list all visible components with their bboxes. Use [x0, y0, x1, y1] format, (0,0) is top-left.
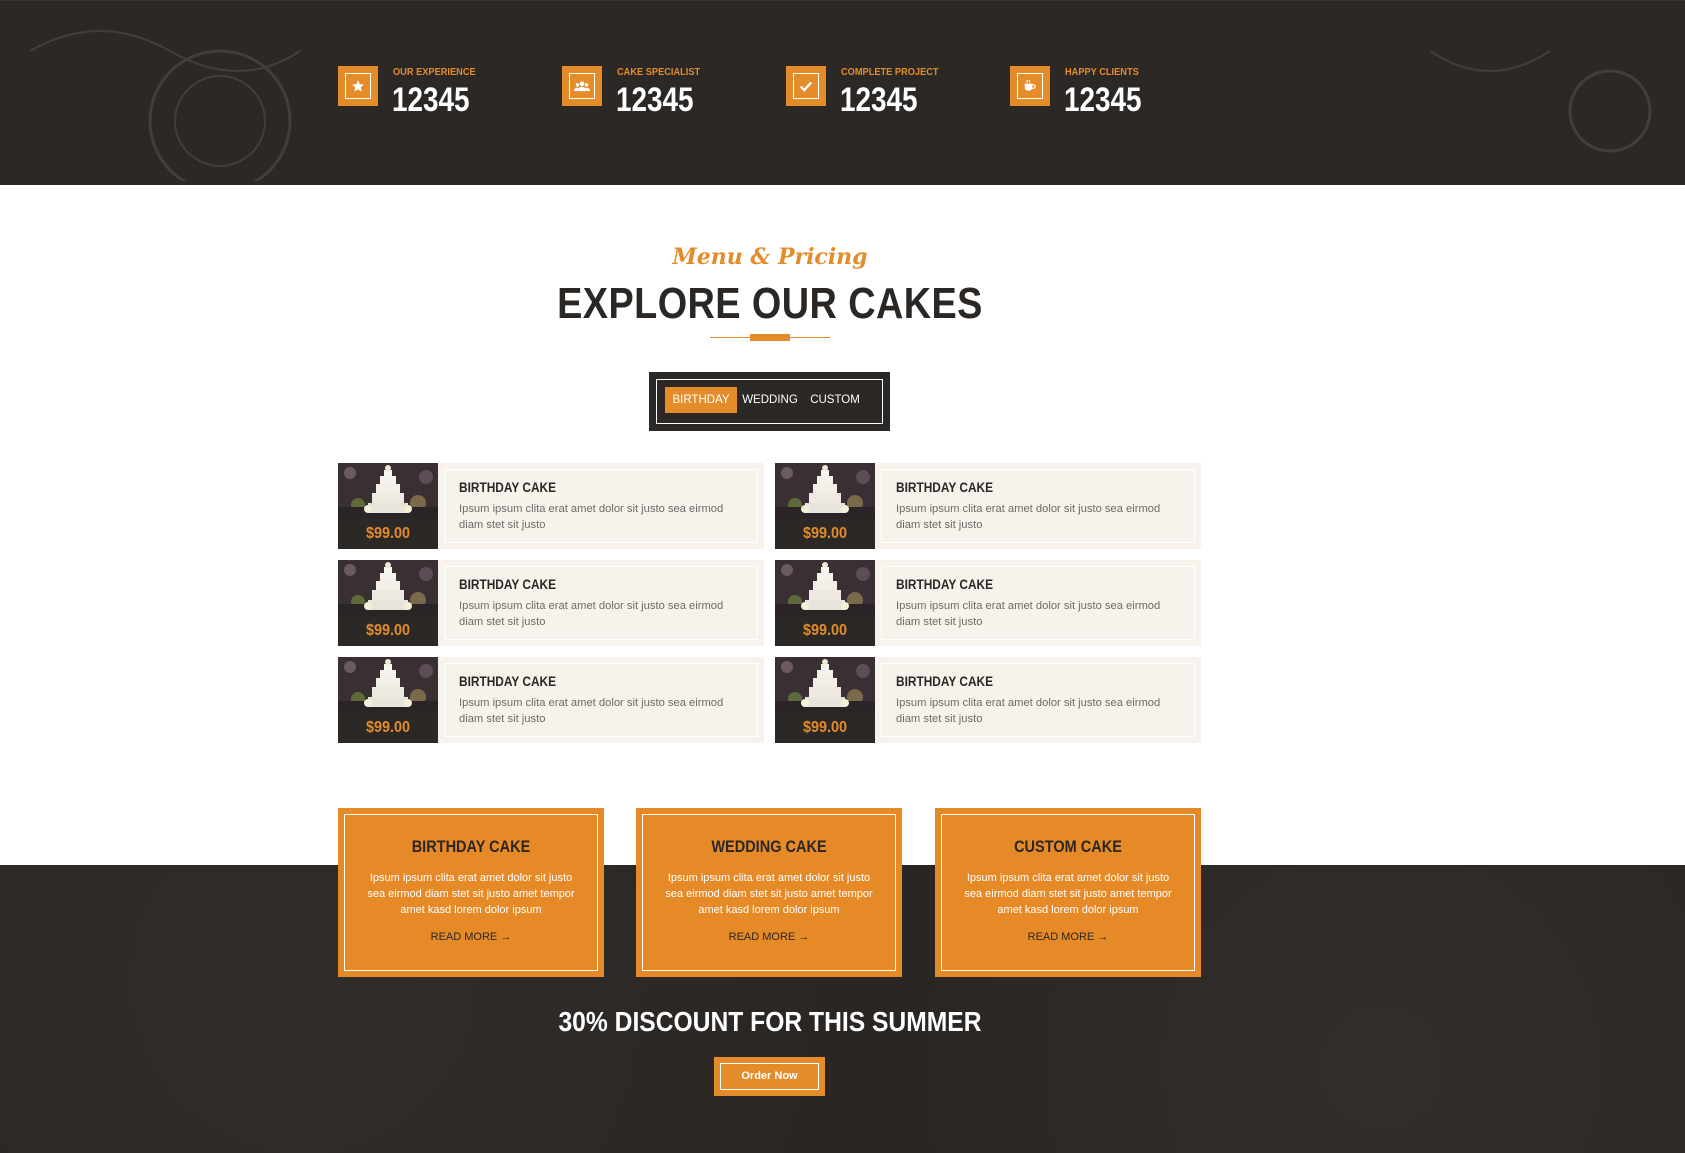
stat-label: COMPLETE PROJECT — [841, 66, 939, 78]
stat-value: 12345 — [840, 81, 918, 119]
menu-item-price: $99.00 — [365, 622, 411, 639]
menu-item-name: BIRTHDAY CAKE — [459, 480, 557, 495]
menu-item-thumbnail: $99.00 — [775, 463, 875, 549]
title-divider-accent — [750, 334, 790, 341]
menu-item-price: $99.00 — [365, 719, 411, 736]
menu-item-thumbnail: $99.00 — [338, 560, 438, 646]
menu-item-price: $99.00 — [802, 622, 848, 639]
stat-icon-box — [1010, 66, 1050, 106]
card-title: BIRTHDAY CAKE — [411, 838, 531, 856]
read-more-link[interactable]: READ MORE → — [636, 931, 902, 943]
check-icon — [799, 81, 813, 92]
menu-item-name: BIRTHDAY CAKE — [896, 480, 994, 495]
category-card-custom[interactable]: CUSTOM CAKE Ipsum ipsum clita erat amet … — [935, 808, 1201, 977]
star-icon — [352, 80, 364, 92]
stats-bar: OUR EXPERIENCE 12345 CAKE SPECIALIST 123… — [0, 0, 1685, 185]
section-subtitle: Menu & Pricing — [672, 244, 868, 270]
stat-icon-box — [562, 66, 602, 106]
order-now-label: Order Now — [741, 1070, 798, 1082]
tab-custom[interactable]: CUSTOM — [805, 387, 865, 413]
cake-photo — [775, 560, 875, 616]
stat-value: 12345 — [616, 81, 694, 119]
menu-item-name: BIRTHDAY CAKE — [896, 577, 994, 592]
category-card-wedding[interactable]: WEDDING CAKE Ipsum ipsum clita erat amet… — [636, 808, 902, 977]
stat-icon-box — [786, 66, 826, 106]
cake-category-tabs: BIRTHDAY WEDDING CUSTOM — [649, 372, 890, 431]
menu-item-price: $99.00 — [802, 719, 848, 736]
menu-item[interactable]: $99.00 BIRTHDAY CAKE Ipsum ipsum clita era… — [775, 463, 1201, 549]
tab-wedding[interactable]: WEDDING — [738, 387, 802, 413]
menu-item-body: BIRTHDAY CAKE Ipsum ipsum clita erat amet… — [444, 566, 758, 640]
tab-birthday[interactable]: BIRTHDAY — [665, 387, 737, 413]
users-icon — [574, 81, 590, 92]
menu-item[interactable]: $99.00 BIRTHDAY CAKE Ipsum ipsum clita era… — [338, 560, 764, 646]
background-ornament — [1430, 50, 1652, 153]
stat-label: CAKE SPECIALIST — [617, 66, 701, 78]
menu-item[interactable]: $99.00 BIRTHDAY CAKE Ipsum ipsum clita era… — [775, 560, 1201, 646]
menu-item[interactable]: $99.00 BIRTHDAY CAKE Ipsum ipsum clita era… — [338, 657, 764, 743]
cake-photo — [775, 463, 875, 519]
card-description: Ipsum ipsum clita erat amet dolor sit ju… — [367, 872, 575, 916]
menu-item-description: Ipsum ipsum clita erat amet dolor sit ju… — [896, 600, 1161, 628]
cake-photo — [338, 560, 438, 616]
stat-value: 12345 — [392, 81, 470, 119]
promo-headline: 30% DISCOUNT FOR THIS SUMMER — [558, 1006, 982, 1037]
menu-item-thumbnail: $99.00 — [775, 657, 875, 743]
category-card-birthday[interactable]: BIRTHDAY CAKE Ipsum ipsum clita erat ame… — [338, 808, 604, 977]
menu-item-body: BIRTHDAY CAKE Ipsum ipsum clita erat amet… — [444, 469, 758, 543]
card-title: WEDDING CAKE — [711, 838, 827, 856]
menu-item-thumbnail: $99.00 — [338, 463, 438, 549]
menu-item-thumbnail: $99.00 — [775, 560, 875, 646]
menu-item-description: Ipsum ipsum clita erat amet dolor sit ju… — [459, 503, 724, 531]
stat-label: OUR EXPERIENCE — [393, 66, 476, 78]
cake-photo — [338, 657, 438, 713]
menu-item-description: Ipsum ipsum clita erat amet dolor sit ju… — [896, 503, 1161, 531]
menu-item-name: BIRTHDAY CAKE — [896, 674, 994, 689]
menu-item-body: BIRTHDAY CAKE Ipsum ipsum clita erat amet… — [881, 663, 1195, 737]
menu-item-body: BIRTHDAY CAKE Ipsum ipsum clita erat amet… — [881, 566, 1195, 640]
menu-item-thumbnail: $99.00 — [338, 657, 438, 743]
menu-item-price: $99.00 — [802, 525, 848, 542]
read-more-link[interactable]: READ MORE → — [338, 931, 604, 943]
menu-item-description: Ipsum ipsum clita erat amet dolor sit ju… — [459, 697, 724, 725]
menu-item-price: $99.00 — [365, 525, 411, 542]
card-description: Ipsum ipsum clita erat amet dolor sit ju… — [964, 872, 1172, 916]
order-now-button[interactable]: Order Now — [714, 1057, 825, 1096]
menu-item-body: BIRTHDAY CAKE Ipsum ipsum clita erat amet… — [881, 469, 1195, 543]
cake-photo — [338, 463, 438, 519]
cake-photo — [775, 657, 875, 713]
menu-item-name: BIRTHDAY CAKE — [459, 577, 557, 592]
menu-item-body: BIRTHDAY CAKE Ipsum ipsum clita erat amet… — [444, 663, 758, 737]
card-description: Ipsum ipsum clita erat amet dolor sit ju… — [665, 872, 873, 916]
stat-icon-box — [338, 66, 378, 106]
coffee-icon — [1024, 80, 1036, 91]
menu-item[interactable]: $99.00 BIRTHDAY CAKE Ipsum ipsum clita era… — [775, 657, 1201, 743]
menu-item-name: BIRTHDAY CAKE — [459, 674, 557, 689]
menu-item-description: Ipsum ipsum clita erat amet dolor sit ju… — [459, 600, 724, 628]
section-title: EXPLORE OUR CAKES — [557, 279, 983, 328]
read-more-link[interactable]: READ MORE → — [935, 931, 1201, 943]
menu-item-description: Ipsum ipsum clita erat amet dolor sit ju… — [896, 697, 1161, 725]
stat-value: 12345 — [1064, 81, 1142, 119]
card-title: CUSTOM CAKE — [1014, 838, 1122, 856]
menu-item[interactable]: $99.00 BIRTHDAY CAKE Ipsum ipsum clita era… — [338, 463, 764, 549]
background-ornament — [29, 30, 300, 181]
stat-label: HAPPY CLIENTS — [1065, 66, 1139, 78]
